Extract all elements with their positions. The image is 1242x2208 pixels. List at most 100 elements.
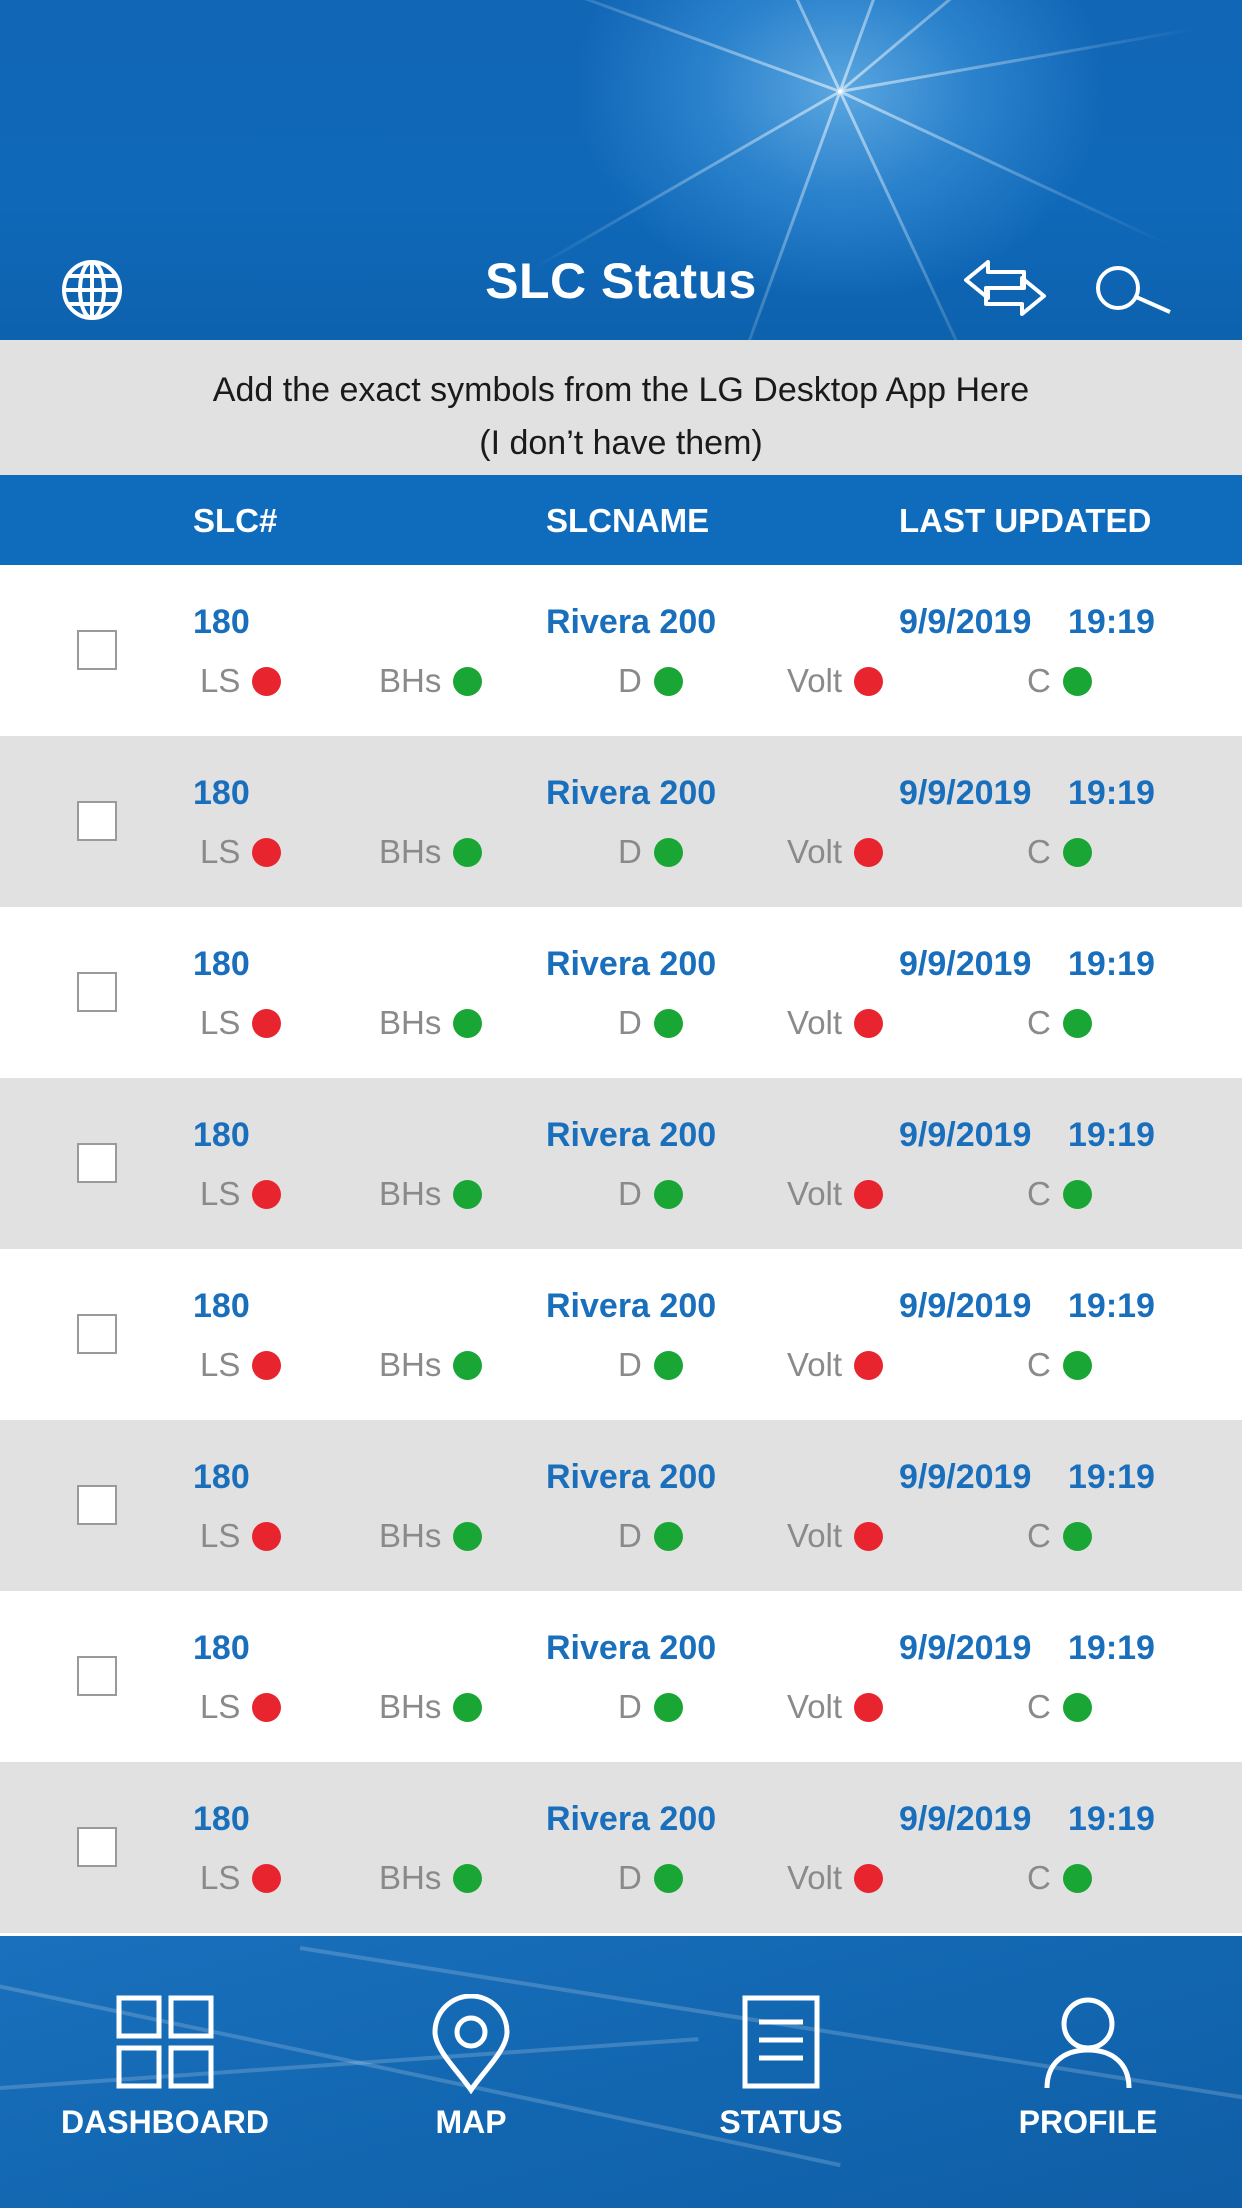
- indicator-label: C: [1027, 1859, 1051, 1896]
- indicator-label: Volt: [787, 1859, 843, 1896]
- d-indicator: D: [618, 833, 683, 871]
- bhs-indicator: BHs: [379, 833, 483, 871]
- status-dot-icon: [653, 837, 683, 867]
- indicator-label: BHs: [379, 1175, 442, 1212]
- nav-status[interactable]: STATUS: [661, 1936, 901, 2208]
- table-row[interactable]: 180 Rivera 200 9/9/2019 19:19 LS BHs D Volt C: [0, 1762, 1242, 1933]
- column-header-updated[interactable]: LAST UPDATED: [899, 502, 1151, 540]
- indicator-label: LS: [200, 1859, 241, 1896]
- d-indicator: D: [618, 1688, 683, 1726]
- nav-label-map: MAP: [435, 2104, 507, 2140]
- row-checkbox[interactable]: [77, 972, 117, 1012]
- slc-number: 180: [193, 1116, 250, 1154]
- nav-map[interactable]: MAP: [351, 1936, 591, 2208]
- indicator-label: D: [618, 1517, 642, 1554]
- status-dot-icon: [854, 1863, 884, 1893]
- indicator-label: BHs: [379, 1859, 442, 1896]
- ls-indicator: LS: [200, 1346, 282, 1384]
- table-row[interactable]: 180 Rivera 200 9/9/2019 19:19 LS BHs D Volt C: [0, 1420, 1242, 1591]
- c-indicator: C: [1027, 1688, 1092, 1726]
- last-updated-date: 9/9/2019: [899, 1629, 1032, 1667]
- status-dot-icon: [252, 1521, 282, 1551]
- nav-dashboard[interactable]: DASHBOARD: [45, 1936, 285, 2208]
- slc-list: 180 Rivera 200 9/9/2019 19:19 LS BHs D Volt C 180…: [0, 565, 1242, 1933]
- volt-indicator: Volt: [787, 1346, 884, 1384]
- dashboard-grid-icon: [116, 1995, 214, 2089]
- row-checkbox[interactable]: [77, 1143, 117, 1183]
- status-dot-icon: [854, 1179, 884, 1209]
- table-row[interactable]: 180 Rivera 200 9/9/2019 19:19 LS BHs D Volt C: [0, 907, 1242, 1078]
- slc-name: Rivera 200: [546, 1800, 717, 1838]
- slc-number: 180: [193, 603, 250, 641]
- indicator-label: Volt: [787, 833, 843, 870]
- indicator-label: Volt: [787, 1175, 843, 1212]
- bhs-indicator: BHs: [379, 1346, 483, 1384]
- c-indicator: C: [1027, 1004, 1092, 1042]
- column-header-name[interactable]: SLCNAME: [546, 502, 709, 540]
- bottom-nav: DASHBOARD MAP STATUS PROFILE: [0, 1936, 1242, 2208]
- bhs-indicator: BHs: [379, 1517, 483, 1555]
- indicator-label: LS: [200, 833, 241, 870]
- slc-name: Rivera 200: [546, 945, 717, 983]
- search-icon[interactable]: [1094, 262, 1174, 323]
- d-indicator: D: [618, 1004, 683, 1042]
- row-checkbox[interactable]: [77, 1314, 117, 1354]
- last-updated-time: 19:19: [1068, 603, 1155, 641]
- last-updated-time: 19:19: [1068, 1629, 1155, 1667]
- status-dot-icon: [1062, 1521, 1092, 1551]
- status-dot-icon: [653, 1179, 683, 1209]
- ls-indicator: LS: [200, 662, 282, 700]
- status-dot-icon: [1062, 837, 1092, 867]
- row-checkbox[interactable]: [77, 630, 117, 670]
- swap-arrows-icon[interactable]: [962, 258, 1048, 323]
- table-row[interactable]: 180 Rivera 200 9/9/2019 19:19 LS BHs D Volt C: [0, 1591, 1242, 1762]
- table-row[interactable]: 180 Rivera 200 9/9/2019 19:19 LS BHs D Volt C: [0, 565, 1242, 736]
- status-dot-icon: [252, 1008, 282, 1038]
- column-header-slc[interactable]: SLC#: [193, 502, 277, 540]
- status-dot-icon: [453, 1521, 483, 1551]
- c-indicator: C: [1027, 662, 1092, 700]
- indicator-label: C: [1027, 1175, 1051, 1212]
- table-row[interactable]: 180 Rivera 200 9/9/2019 19:19 LS BHs D Volt C: [0, 736, 1242, 907]
- last-updated-date: 9/9/2019: [899, 774, 1032, 812]
- app-header: SLC Status: [0, 0, 1242, 340]
- row-checkbox[interactable]: [77, 1485, 117, 1525]
- last-updated-date: 9/9/2019: [899, 603, 1032, 641]
- status-dot-icon: [453, 666, 483, 696]
- profile-user-icon: [1044, 1997, 1132, 2089]
- slc-number: 180: [193, 774, 250, 812]
- status-dot-icon: [252, 1863, 282, 1893]
- row-checkbox[interactable]: [77, 1827, 117, 1867]
- nav-profile[interactable]: PROFILE: [968, 1936, 1208, 2208]
- row-checkbox[interactable]: [77, 1656, 117, 1696]
- bhs-indicator: BHs: [379, 1004, 483, 1042]
- map-pin-icon: [432, 1994, 510, 2094]
- volt-indicator: Volt: [787, 1517, 884, 1555]
- indicator-label: C: [1027, 1688, 1051, 1725]
- last-updated-date: 9/9/2019: [899, 945, 1032, 983]
- ls-indicator: LS: [200, 1517, 282, 1555]
- notice-line-1: Add the exact symbols from the LG Deskto…: [212, 371, 1030, 409]
- status-dot-icon: [854, 1008, 884, 1038]
- indicator-label: Volt: [787, 1517, 843, 1554]
- status-dot-icon: [453, 1692, 483, 1722]
- last-updated-time: 19:19: [1068, 945, 1155, 983]
- slc-name: Rivera 200: [546, 1629, 717, 1667]
- indicator-label: BHs: [379, 1004, 442, 1041]
- bhs-indicator: BHs: [379, 1688, 483, 1726]
- last-updated-date: 9/9/2019: [899, 1116, 1032, 1154]
- indicator-label: D: [618, 833, 642, 870]
- last-updated-time: 19:19: [1068, 1116, 1155, 1154]
- nav-label-dashboard: DASHBOARD: [61, 2104, 269, 2140]
- status-dot-icon: [252, 1350, 282, 1380]
- indicator-label: D: [618, 662, 642, 699]
- table-row[interactable]: 180 Rivera 200 9/9/2019 19:19 LS BHs D Volt C: [0, 1078, 1242, 1249]
- indicator-label: D: [618, 1175, 642, 1212]
- indicator-label: Volt: [787, 1004, 843, 1041]
- status-dot-icon: [653, 1008, 683, 1038]
- table-row[interactable]: 180 Rivera 200 9/9/2019 19:19 LS BHs D Volt C: [0, 1249, 1242, 1420]
- row-checkbox[interactable]: [77, 801, 117, 841]
- ls-indicator: LS: [200, 1004, 282, 1042]
- status-document-icon: [742, 1995, 820, 2089]
- last-updated-date: 9/9/2019: [899, 1287, 1032, 1325]
